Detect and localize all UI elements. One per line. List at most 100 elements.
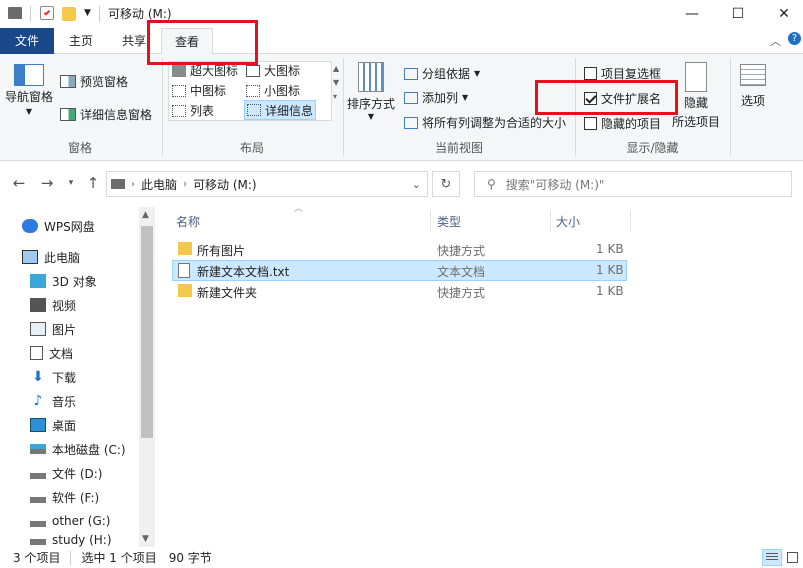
nav-item-documents[interactable]: 文档 (30, 341, 73, 365)
nav-item-wps[interactable]: WPS网盘 (22, 214, 95, 238)
details-label: 详细信息 (265, 103, 314, 118)
group-by-label: 分组依据 (422, 67, 471, 81)
preview-pane-label: 预览窗格 (80, 75, 129, 89)
show-hide-group-label: 显示/隐藏 (626, 141, 679, 155)
table-row[interactable]: 所有图片 快捷方式 1 KB (172, 239, 627, 260)
column-separator[interactable] (550, 210, 551, 232)
file-name: 所有图片 (197, 244, 246, 258)
nav-item-label: 图片 (52, 322, 77, 337)
nav-item-label: 本地磁盘 (C:) (52, 442, 126, 457)
nav-pane-label: 导航窗格 (5, 90, 54, 104)
breadcrumb-separator: › (183, 178, 188, 190)
details-pane-icon (60, 108, 76, 121)
nav-item-music[interactable]: ♪ 音乐 (30, 389, 76, 413)
hidden-items-checkbox[interactable] (584, 117, 597, 130)
column-separator[interactable] (430, 210, 431, 232)
properties-icon[interactable] (40, 6, 54, 20)
separator (30, 6, 31, 22)
hide-selected-button[interactable]: 隐藏 所选项目 (672, 62, 720, 130)
file-type: 快捷方式 (437, 244, 486, 258)
up-arrow-icon[interactable]: ↑ (82, 171, 104, 195)
close-button[interactable]: ✕ (761, 0, 803, 28)
nav-item-3d[interactable]: 3D 对象 (30, 269, 97, 293)
nav-item-drive-c[interactable]: 本地磁盘 (C:) (30, 437, 126, 461)
item-checkboxes-checkbox[interactable] (584, 67, 597, 80)
column-header-name[interactable]: 名称 (176, 210, 200, 232)
nav-item-label: 文档 (49, 346, 74, 361)
scroll-up-icon[interactable]: ▲ (142, 210, 149, 220)
forward-arrow-icon[interactable]: → (36, 171, 58, 195)
navigation-pane: WPS网盘 此电脑 3D 对象 视频 图片 文档 ⬇ 下载 ♪ 音乐 桌面 本地磁盘… (0, 207, 155, 547)
drive-icon (30, 497, 46, 503)
details-pane-button[interactable]: 详细信息窗格 (60, 106, 152, 123)
file-name: 新建文本文档.txt (197, 265, 290, 279)
huge-icons-icon (172, 64, 186, 77)
customize-toolbar-icon[interactable]: ▼ (84, 8, 91, 18)
chevron-down-icon: ▼ (367, 112, 375, 121)
maximize-button[interactable]: ☐ (715, 0, 761, 28)
breadcrumb-this-pc[interactable]: 此电脑 (141, 176, 177, 193)
nav-item-desktop[interactable]: 桌面 (30, 413, 76, 437)
nav-item-this-pc[interactable]: 此电脑 (22, 245, 80, 269)
sort-ascending-icon: ︿ (294, 204, 304, 214)
nav-pane-button[interactable]: 导航窗格 ▼ (5, 64, 53, 116)
minimize-button[interactable]: — (669, 0, 715, 28)
nav-item-video[interactable]: 视频 (30, 293, 76, 317)
chevron-down-icon[interactable]: ⌄ (412, 178, 421, 191)
back-arrow-icon[interactable]: ← (8, 171, 30, 195)
status-item-count: 3 个项目 (13, 551, 61, 565)
search-input[interactable]: ⚲ 搜索"可移动 (M:)" (474, 171, 792, 197)
options-button[interactable]: 选项 (740, 64, 766, 109)
group-by-button[interactable]: 分组依据 ▼ (404, 65, 480, 82)
address-bar[interactable]: › 此电脑 › 可移动 (M:) ⌄ (106, 171, 428, 197)
tab-file[interactable]: 文件 (0, 28, 54, 54)
breadcrumb-removable[interactable]: 可移动 (M:) (193, 176, 257, 193)
layout-details[interactable]: 详细信息 (244, 100, 317, 120)
fit-columns-button[interactable]: 将所有列调整为合适的大小 (404, 114, 566, 131)
highlight-view-tab (147, 20, 258, 65)
status-selection: 选中 1 个项目 (81, 551, 157, 565)
nav-item-drive-d[interactable]: 文件 (D:) (30, 461, 102, 485)
nav-item-pictures[interactable]: 图片 (30, 317, 76, 341)
nav-item-label: other (G:) (52, 514, 111, 528)
nav-item-label: 软件 (F:) (52, 490, 100, 505)
sort-by-button[interactable]: 排序方式 ▼ (347, 62, 395, 121)
nav-scrollbar-thumb[interactable] (141, 226, 153, 438)
nav-item-downloads[interactable]: ⬇ 下载 (30, 365, 76, 389)
large-icons-view-toggle[interactable] (784, 549, 801, 566)
help-icon[interactable]: ? (788, 32, 801, 45)
table-row[interactable]: 新建文本文档.txt 文本文档 1 KB (172, 260, 627, 281)
layout-small-icons[interactable]: 小图标 (246, 82, 300, 99)
recent-locations-icon[interactable]: ▾ (60, 171, 82, 195)
new-folder-icon[interactable] (62, 7, 76, 21)
search-placeholder: 搜索"可移动 (M:)" (505, 177, 605, 192)
nav-item-drive-f[interactable]: 软件 (F:) (30, 485, 99, 509)
hide-selected-icon (685, 62, 707, 92)
details-view-toggle[interactable] (762, 549, 782, 566)
breadcrumb-separator: › (131, 178, 135, 190)
sort-by-label: 排序方式 (347, 97, 396, 111)
collapse-ribbon-icon[interactable]: ︿ (770, 33, 781, 49)
scroll-down-icon[interactable]: ▼ (142, 534, 149, 544)
table-row[interactable]: 新建文件夹 快捷方式 1 KB (172, 281, 627, 302)
separator (730, 58, 731, 156)
column-header-size[interactable]: 大小 (556, 210, 580, 232)
refresh-icon: ↻ (440, 176, 452, 192)
preview-pane-button[interactable]: 预览窗格 (60, 73, 128, 90)
hidden-items-toggle[interactable]: 隐藏的项目 (584, 115, 661, 132)
options-label: 选项 (740, 94, 765, 108)
tab-home[interactable]: 主页 (57, 28, 105, 54)
layout-medium-icons[interactable]: 中图标 (172, 82, 226, 99)
large-icons-label: 大图标 (264, 64, 301, 78)
desktop-icon (30, 418, 46, 432)
nav-item-drive-g[interactable]: other (G:) (30, 509, 111, 533)
layout-list[interactable]: 列表 (172, 102, 214, 119)
video-icon (30, 298, 46, 312)
layout-scroll-arrows[interactable]: ▲ ▼ ▾ (333, 62, 339, 104)
nav-item-label: 此电脑 (44, 250, 81, 265)
add-column-button[interactable]: 添加列 ▼ (404, 89, 468, 106)
column-separator[interactable] (630, 210, 631, 232)
nav-item-drive-h[interactable]: study (H:) (30, 533, 112, 547)
column-header-type[interactable]: 类型 (437, 210, 461, 232)
refresh-button[interactable]: ↻ (432, 171, 460, 197)
